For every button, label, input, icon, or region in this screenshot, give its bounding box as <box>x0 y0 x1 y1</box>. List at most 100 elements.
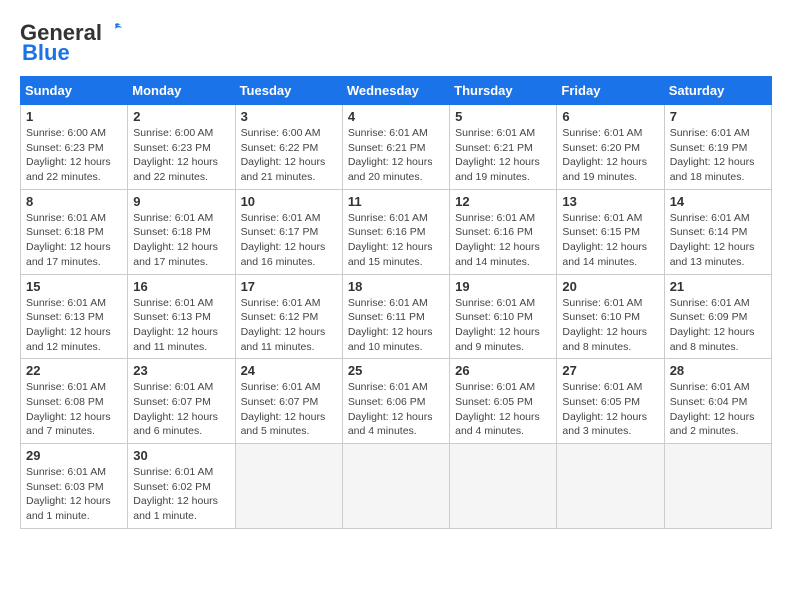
day-number: 4 <box>348 109 444 124</box>
day-number: 25 <box>348 363 444 378</box>
calendar-cell: 12Sunrise: 6:01 AM Sunset: 6:16 PM Dayli… <box>450 189 557 274</box>
calendar-cell: 18 Sunrise: 6:01 AM Sunset: 6:11 PM Dayli… <box>342 274 449 359</box>
calendar-cell: 6 Sunrise: 6:01 AM Sunset: 6:20 PM Daylig… <box>557 105 664 190</box>
calendar-week-row: 1Sunrise: 6:00 AM Sunset: 6:23 PM Daylig… <box>21 105 772 190</box>
weekday-header-saturday: Saturday <box>664 77 771 105</box>
day-info: Sunrise: 6:01 AM Sunset: 6:18 PM Dayligh… <box>26 211 122 270</box>
day-number: 5 <box>455 109 551 124</box>
day-info: Sunrise: 6:01 AM Sunset: 6:19 PM Dayligh… <box>670 126 766 185</box>
calendar-cell: 3 Sunrise: 6:00 AM Sunset: 6:22 PM Daylig… <box>235 105 342 190</box>
day-number: 27 <box>562 363 658 378</box>
calendar-cell: 10 Sunrise: 6:01 AM Sunset: 6:17 PM Dayli… <box>235 189 342 274</box>
day-number: 19 <box>455 279 551 294</box>
calendar-cell: 24 Sunrise: 6:01 AM Sunset: 6:07 PM Dayli… <box>235 359 342 444</box>
calendar-cell <box>664 444 771 529</box>
day-number: 20 <box>562 279 658 294</box>
page-header: General Blue <box>20 20 772 66</box>
logo-blue: Blue <box>22 40 70 66</box>
day-number: 10 <box>241 194 337 209</box>
day-info: Sunrise: 6:00 AM Sunset: 6:22 PM Dayligh… <box>241 126 337 185</box>
day-number: 21 <box>670 279 766 294</box>
day-number: 23 <box>133 363 229 378</box>
weekday-header-friday: Friday <box>557 77 664 105</box>
day-number: 16 <box>133 279 229 294</box>
calendar-cell: 23 Sunrise: 6:01 AM Sunset: 6:07 PM Dayli… <box>128 359 235 444</box>
day-number: 15 <box>26 279 122 294</box>
calendar-cell: 5 Sunrise: 6:01 AM Sunset: 6:21 PM Daylig… <box>450 105 557 190</box>
weekday-header-thursday: Thursday <box>450 77 557 105</box>
day-info: Sunrise: 6:01 AM Sunset: 6:10 PM Dayligh… <box>455 296 551 355</box>
calendar-cell <box>235 444 342 529</box>
calendar-cell: 26Sunrise: 6:01 AM Sunset: 6:05 PM Dayli… <box>450 359 557 444</box>
calendar-cell: 27 Sunrise: 6:01 AM Sunset: 6:05 PM Dayli… <box>557 359 664 444</box>
day-info: Sunrise: 6:01 AM Sunset: 6:07 PM Dayligh… <box>133 380 229 439</box>
day-info: Sunrise: 6:01 AM Sunset: 6:21 PM Dayligh… <box>455 126 551 185</box>
day-info: Sunrise: 6:00 AM Sunset: 6:23 PM Dayligh… <box>26 126 122 185</box>
day-number: 6 <box>562 109 658 124</box>
weekday-header-wednesday: Wednesday <box>342 77 449 105</box>
calendar-cell: 1Sunrise: 6:00 AM Sunset: 6:23 PM Daylig… <box>21 105 128 190</box>
day-number: 2 <box>133 109 229 124</box>
calendar-cell <box>342 444 449 529</box>
calendar-cell: 7 Sunrise: 6:01 AM Sunset: 6:19 PM Daylig… <box>664 105 771 190</box>
day-number: 7 <box>670 109 766 124</box>
day-info: Sunrise: 6:01 AM Sunset: 6:16 PM Dayligh… <box>348 211 444 270</box>
calendar-cell: 29 Sunrise: 6:01 AM Sunset: 6:03 PM Dayli… <box>21 444 128 529</box>
day-number: 22 <box>26 363 122 378</box>
calendar-cell: 13 Sunrise: 6:01 AM Sunset: 6:15 PM Dayli… <box>557 189 664 274</box>
calendar-header-row: SundayMondayTuesdayWednesdayThursdayFrid… <box>21 77 772 105</box>
day-info: Sunrise: 6:01 AM Sunset: 6:14 PM Dayligh… <box>670 211 766 270</box>
day-info: Sunrise: 6:01 AM Sunset: 6:20 PM Dayligh… <box>562 126 658 185</box>
calendar-cell: 30 Sunrise: 6:01 AM Sunset: 6:02 PM Dayli… <box>128 444 235 529</box>
weekday-header-monday: Monday <box>128 77 235 105</box>
logo: General Blue <box>20 20 126 66</box>
day-number: 14 <box>670 194 766 209</box>
calendar-cell: 22Sunrise: 6:01 AM Sunset: 6:08 PM Dayli… <box>21 359 128 444</box>
calendar-cell: 4 Sunrise: 6:01 AM Sunset: 6:21 PM Daylig… <box>342 105 449 190</box>
day-info: Sunrise: 6:01 AM Sunset: 6:12 PM Dayligh… <box>241 296 337 355</box>
day-number: 29 <box>26 448 122 463</box>
weekday-header-tuesday: Tuesday <box>235 77 342 105</box>
day-info: Sunrise: 6:01 AM Sunset: 6:03 PM Dayligh… <box>26 465 122 524</box>
day-number: 30 <box>133 448 229 463</box>
day-number: 8 <box>26 194 122 209</box>
calendar-cell: 14 Sunrise: 6:01 AM Sunset: 6:14 PM Dayli… <box>664 189 771 274</box>
day-info: Sunrise: 6:01 AM Sunset: 6:09 PM Dayligh… <box>670 296 766 355</box>
calendar-week-row: 22Sunrise: 6:01 AM Sunset: 6:08 PM Dayli… <box>21 359 772 444</box>
calendar-cell: 25Sunrise: 6:01 AM Sunset: 6:06 PM Dayli… <box>342 359 449 444</box>
calendar-week-row: 15 Sunrise: 6:01 AM Sunset: 6:13 PM Dayli… <box>21 274 772 359</box>
calendar-cell: 19 Sunrise: 6:01 AM Sunset: 6:10 PM Dayli… <box>450 274 557 359</box>
day-number: 18 <box>348 279 444 294</box>
calendar-cell: 15 Sunrise: 6:01 AM Sunset: 6:13 PM Dayli… <box>21 274 128 359</box>
calendar-cell <box>450 444 557 529</box>
day-number: 24 <box>241 363 337 378</box>
day-info: Sunrise: 6:01 AM Sunset: 6:02 PM Dayligh… <box>133 465 229 524</box>
day-info: Sunrise: 6:01 AM Sunset: 6:17 PM Dayligh… <box>241 211 337 270</box>
day-number: 17 <box>241 279 337 294</box>
calendar-cell: 20 Sunrise: 6:01 AM Sunset: 6:10 PM Dayli… <box>557 274 664 359</box>
day-number: 12 <box>455 194 551 209</box>
logo-bird-icon <box>104 20 126 42</box>
day-info: Sunrise: 6:01 AM Sunset: 6:05 PM Dayligh… <box>562 380 658 439</box>
calendar-cell: 21 Sunrise: 6:01 AM Sunset: 6:09 PM Dayli… <box>664 274 771 359</box>
day-info: Sunrise: 6:01 AM Sunset: 6:13 PM Dayligh… <box>26 296 122 355</box>
calendar-cell: 16 Sunrise: 6:01 AM Sunset: 6:13 PM Dayli… <box>128 274 235 359</box>
calendar-cell: 11 Sunrise: 6:01 AM Sunset: 6:16 PM Dayli… <box>342 189 449 274</box>
calendar-cell <box>557 444 664 529</box>
day-number: 3 <box>241 109 337 124</box>
day-info: Sunrise: 6:01 AM Sunset: 6:13 PM Dayligh… <box>133 296 229 355</box>
day-info: Sunrise: 6:01 AM Sunset: 6:11 PM Dayligh… <box>348 296 444 355</box>
weekday-header-sunday: Sunday <box>21 77 128 105</box>
calendar-table: SundayMondayTuesdayWednesdayThursdayFrid… <box>20 76 772 529</box>
calendar-week-row: 29 Sunrise: 6:01 AM Sunset: 6:03 PM Dayli… <box>21 444 772 529</box>
day-info: Sunrise: 6:01 AM Sunset: 6:15 PM Dayligh… <box>562 211 658 270</box>
day-info: Sunrise: 6:01 AM Sunset: 6:10 PM Dayligh… <box>562 296 658 355</box>
day-number: 13 <box>562 194 658 209</box>
calendar-cell: 28Sunrise: 6:01 AM Sunset: 6:04 PM Dayli… <box>664 359 771 444</box>
day-info: Sunrise: 6:01 AM Sunset: 6:21 PM Dayligh… <box>348 126 444 185</box>
day-info: Sunrise: 6:00 AM Sunset: 6:23 PM Dayligh… <box>133 126 229 185</box>
calendar-cell: 9Sunrise: 6:01 AM Sunset: 6:18 PM Daylig… <box>128 189 235 274</box>
day-number: 9 <box>133 194 229 209</box>
day-number: 11 <box>348 194 444 209</box>
day-info: Sunrise: 6:01 AM Sunset: 6:07 PM Dayligh… <box>241 380 337 439</box>
